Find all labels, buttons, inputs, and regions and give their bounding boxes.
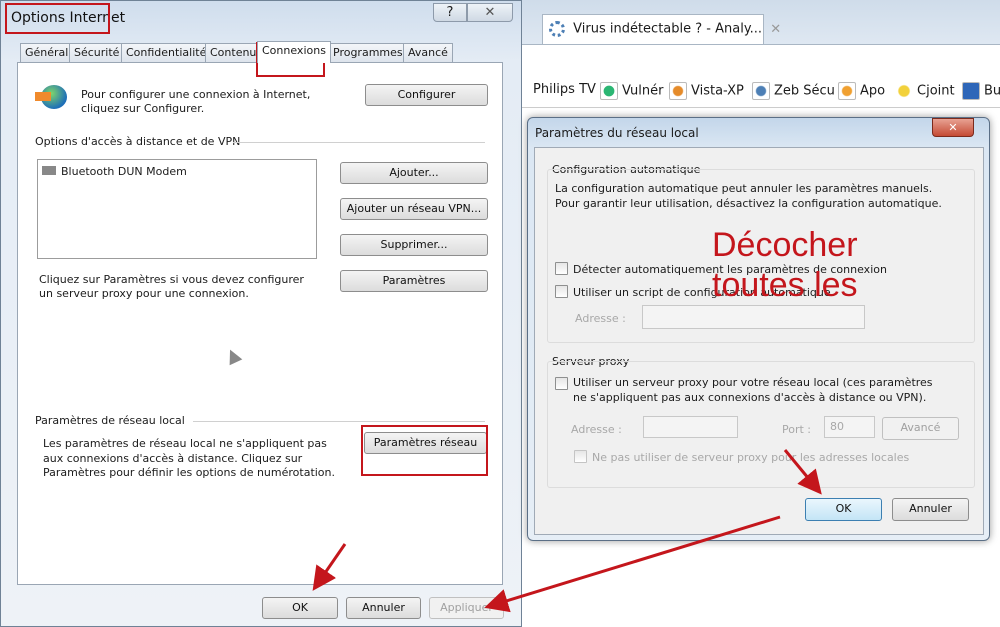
annotation-overlay (5, 3, 822, 613)
highlight-box (361, 425, 488, 476)
highlight-box (5, 3, 110, 34)
arrow (484, 515, 781, 613)
arrow (783, 449, 822, 495)
tab-connections[interactable]: Connexions (257, 41, 331, 63)
arrow (312, 543, 347, 591)
